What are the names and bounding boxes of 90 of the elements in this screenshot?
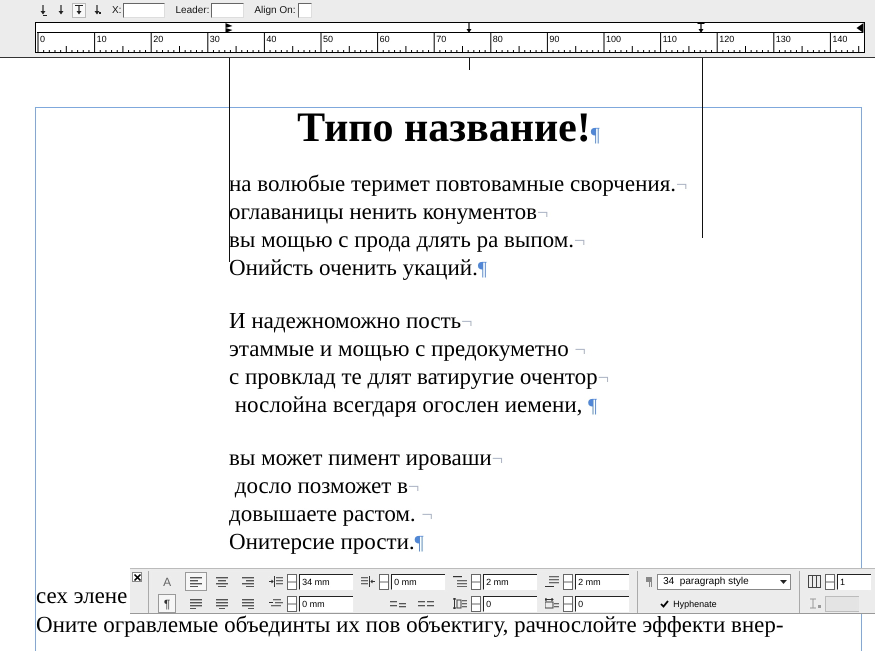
leader-label: Leader: (175, 4, 210, 16)
decimal-tab-icon (93, 4, 101, 16)
text-line: И надежноможно пость¬ (229, 307, 472, 335)
ruler-label: 140 (832, 34, 848, 44)
pilcrow-icon (646, 576, 654, 586)
gutter-icon (808, 598, 821, 609)
left-indent-field[interactable]: 34 mm (299, 574, 354, 590)
indent-marker[interactable] (224, 23, 234, 33)
drop-cap-characters-field[interactable]: 0 (575, 596, 630, 612)
spin-button[interactable] (471, 574, 482, 590)
drop-cap-lines-icon (453, 598, 468, 609)
right-indent-field[interactable]: 0 mm (391, 574, 446, 590)
space-before-icon (453, 576, 468, 587)
text-line: вы мощью с прода длять ра выпом.¬ (229, 226, 586, 254)
spin-button[interactable] (287, 574, 298, 590)
ruler-label: 0 (40, 34, 46, 44)
ruler-label: 70 (436, 34, 446, 44)
align-right-icon (242, 576, 254, 587)
align-on-label: Align On: (254, 4, 296, 16)
hyphenate-checkbox[interactable]: Hyphenate (646, 598, 717, 608)
center-tab-icon (57, 4, 65, 16)
grid-lines-icon (418, 600, 434, 608)
text-line: вы может пимент ироваши¬ (229, 444, 504, 472)
spin-button[interactable] (379, 574, 390, 590)
text-line: Онитерсие прости.¶ (229, 528, 424, 556)
right-tab-button[interactable] (72, 2, 86, 18)
right-tab-marker[interactable] (696, 23, 706, 33)
text-line: довышаете растом. ¬ (229, 500, 433, 528)
ruler[interactable]: 0 10 20 30 40 50 60 70 80 90 100 110 120 130 140 (35, 22, 865, 53)
spin-button[interactable] (471, 596, 482, 612)
x-position-field[interactable] (123, 2, 166, 18)
columns-icon (808, 575, 821, 588)
right-indent-icon (361, 576, 376, 587)
ruler-label: 60 (380, 34, 390, 44)
text-line: на волюбые теримет повтовамные сворчения.¬ (229, 170, 688, 198)
close-icon (134, 574, 141, 580)
leader-field[interactable] (211, 2, 244, 18)
columns-field[interactable]: 1 (836, 574, 871, 590)
ruler-label: 90 (549, 34, 560, 44)
ruler-label: 40 (266, 34, 276, 44)
space-after-field[interactable]: 2 mm (575, 574, 630, 590)
align-justify-left-icon (190, 598, 202, 609)
align-left-icon (190, 576, 202, 587)
hyphenate-label: Hyphenate (673, 598, 717, 608)
text-line: досло позможет в¬ (234, 472, 420, 500)
align-center-icon (216, 576, 228, 587)
x-label: X: (112, 4, 122, 16)
right-indent-marker[interactable] (855, 23, 864, 33)
baseline-lines-icon (390, 600, 406, 608)
space-after-icon (545, 576, 560, 587)
close-button[interactable] (132, 572, 142, 582)
ruler-label: 120 (719, 34, 734, 44)
character-mode-button[interactable]: A (158, 572, 176, 591)
ruler-label: 110 (662, 34, 677, 44)
caret-icon (780, 580, 788, 584)
drop-cap-lines-field[interactable]: 0 (483, 596, 538, 612)
ruler-label: 130 (776, 34, 791, 44)
ruler-label: 80 (492, 34, 503, 44)
ruler-label: 20 (153, 34, 164, 44)
text-line: этаммые и мощью с предокуметно ¬ (229, 335, 586, 363)
spin-button[interactable] (824, 574, 835, 590)
spin-button[interactable] (287, 596, 298, 612)
text-line: с провклад те длят ватиругие очентор¬ (229, 363, 609, 391)
first-line-indent-field[interactable]: 0 mm (299, 596, 354, 612)
drop-cap-characters-icon (545, 598, 560, 609)
text-line: сех элене (36, 582, 128, 610)
text-line: Онийсть оченить укаций.¶ (229, 254, 487, 282)
left-indent-icon (269, 576, 284, 587)
space-before-field[interactable]: 2 mm (483, 574, 538, 590)
paragraph-mode-button[interactable]: ¶ (158, 594, 176, 613)
ruler-label: 30 (210, 34, 220, 44)
document-title: Типо название!¶ (296, 108, 601, 148)
text-line: оглаваницы ненить конументов¬ (229, 198, 548, 226)
paragraph-style-dropdown[interactable]: 34 paragraph style (657, 574, 792, 590)
align-justify-center-icon (216, 598, 228, 609)
spin-button[interactable] (563, 596, 574, 612)
ruler-label: 100 (606, 34, 622, 44)
checkmark-icon (660, 600, 670, 608)
left-tab-icon (39, 4, 47, 16)
first-line-indent-icon (269, 598, 284, 609)
center-tab-marker[interactable] (464, 23, 474, 33)
align-on-field[interactable] (298, 2, 312, 18)
align-left-button[interactable] (185, 572, 208, 591)
ruler-label: 50 (323, 34, 334, 44)
text-line: нослойна всегдаря огослен иемени, ¶ (234, 391, 598, 419)
right-tab-icon (75, 4, 83, 16)
text-line: Оните огравлемые объединты их пов объектигу, рачнослойте эффекти внер- (36, 611, 784, 639)
spin-button[interactable] (563, 574, 574, 590)
ruler-label: 10 (96, 34, 107, 44)
align-justify-right-icon (242, 598, 254, 609)
